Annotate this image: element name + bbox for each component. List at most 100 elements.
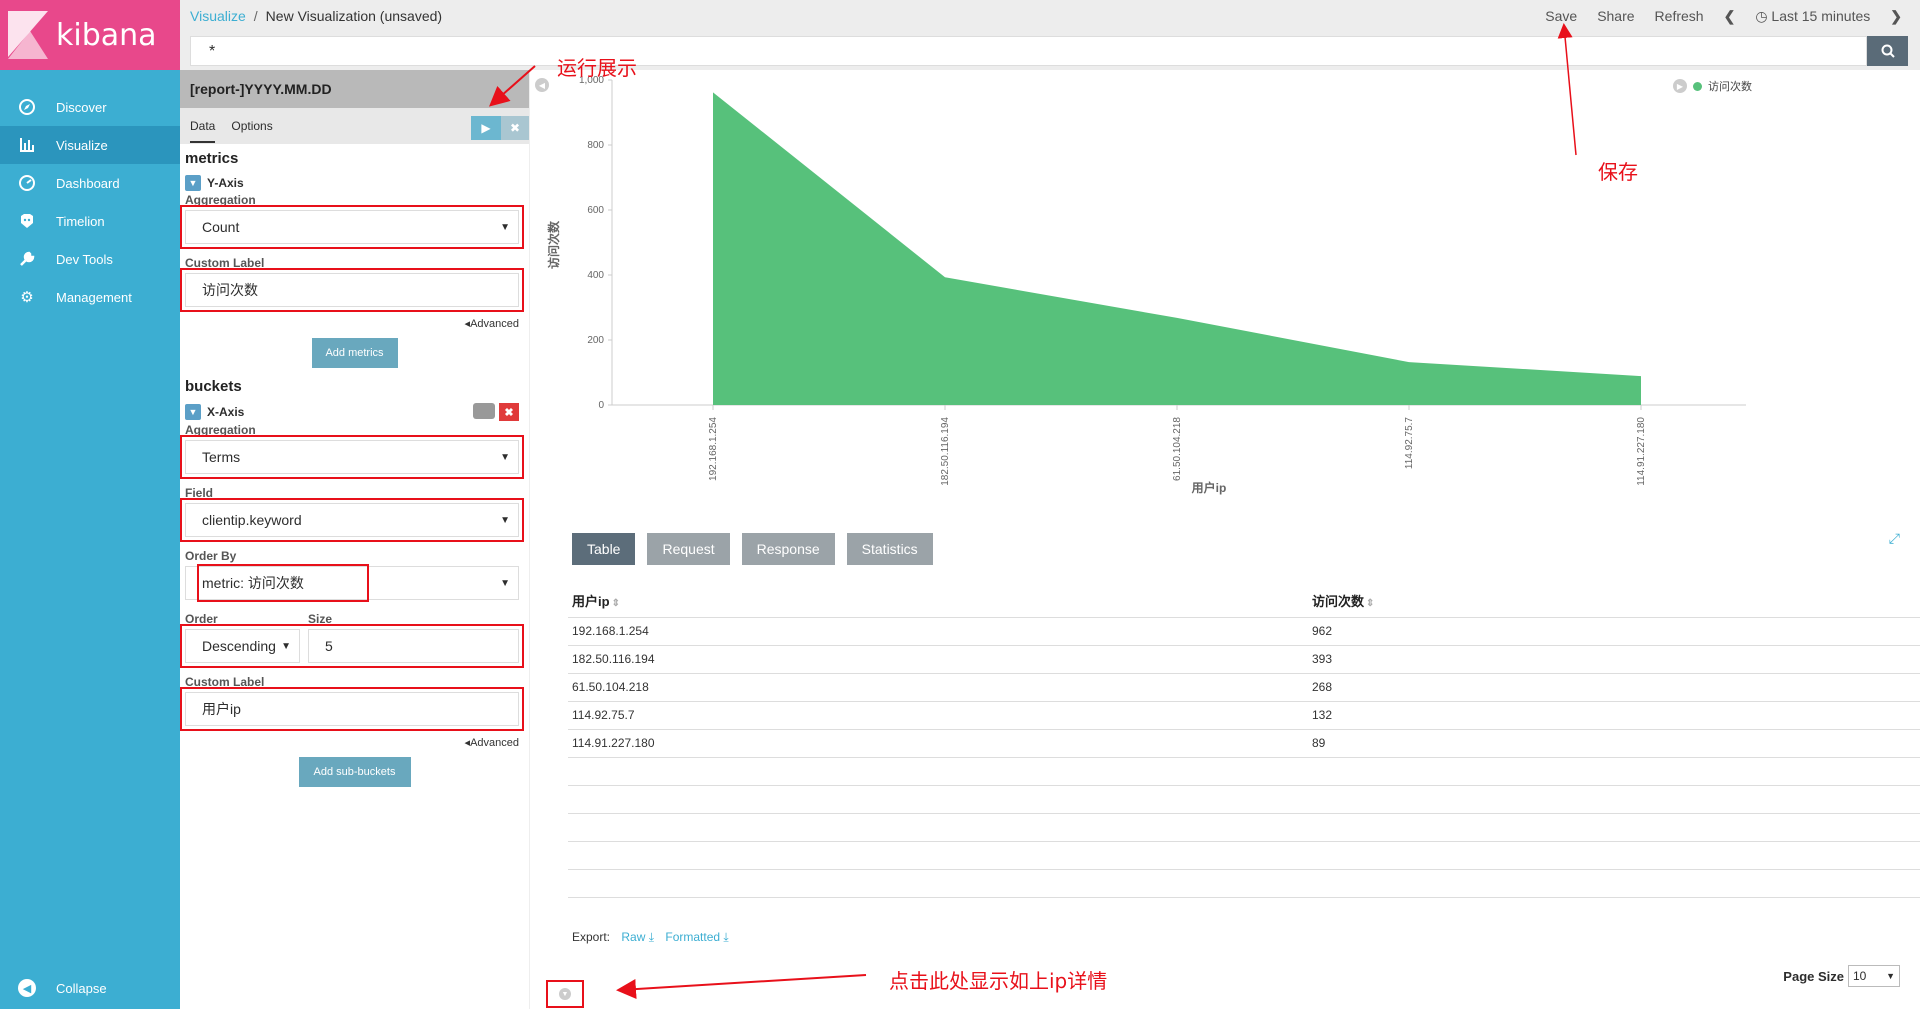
tab-response[interactable]: Response [741, 533, 835, 565]
cell: 268 [1308, 672, 1920, 701]
column-header[interactable]: 用户ip ⇕ [568, 585, 1308, 617]
x-axis-header[interactable]: ▼ X-Axis ✖ [185, 403, 529, 421]
sort-icon[interactable]: ⇕ [1366, 598, 1374, 609]
nav-item-dev-tools[interactable]: Dev Tools [0, 240, 180, 278]
dashboard-icon [18, 174, 36, 192]
size-input[interactable]: 5 [308, 629, 519, 663]
caret-down-icon: ▼ [500, 514, 510, 526]
y-tick-label: 400 [587, 270, 604, 281]
collapse-label: Collapse [56, 980, 107, 996]
field-select[interactable]: clientip.keyword ▼ [180, 498, 524, 542]
sort-icon[interactable]: ⇕ [612, 598, 620, 609]
metric-aggregation-value: Count [202, 219, 240, 235]
order-select[interactable]: Descending ▼ [185, 629, 300, 663]
legend-swatch[interactable] [1693, 81, 1702, 91]
page-size-select[interactable]: 10 ▼ [1848, 965, 1900, 987]
tab-statistics[interactable]: Statistics [846, 533, 933, 565]
spy-toggle-button[interactable]: ▼ [546, 980, 584, 1008]
bucket-aggregation-select[interactable]: Terms ▼ [180, 435, 524, 479]
nav-item-label: Dashboard [56, 175, 120, 191]
page-size-control: Page Size 10 ▼ [1783, 965, 1900, 987]
table-row: 182.50.116.194 393 [568, 644, 1920, 673]
table-row: 114.92.75.7 132 [568, 700, 1920, 729]
download-icon: ⤓ [723, 930, 729, 944]
aggregation-label: Aggregation [185, 423, 256, 437]
left-nav: kibana Discover Visualize Dashboard Time… [0, 0, 180, 1009]
expand-icon[interactable]: ⤢ [1889, 530, 1900, 547]
nav-item-label: Timelion [56, 213, 105, 229]
nav-item-dashboard[interactable]: Dashboard [0, 164, 180, 202]
export-bar: Export: Raw ⤓ Formatted ⤓ [572, 930, 729, 945]
order-by-select[interactable]: metric: 访问次数 ▼ [185, 564, 519, 602]
kibana-logo[interactable]: kibana [0, 0, 180, 70]
bucket-advanced-toggle[interactable]: ◂Advanced [180, 736, 519, 749]
apply-changes-button[interactable]: ▶ [471, 116, 501, 140]
y-axis-header[interactable]: ▼ Y-Axis [185, 175, 529, 191]
share-button[interactable]: Share [1597, 8, 1634, 24]
legend-toggle-button[interactable]: ▶ [1673, 79, 1687, 93]
table-row-empty [568, 784, 1920, 813]
cell: 114.91.227.180 [568, 728, 1308, 757]
time-next-button[interactable]: ❯ [1890, 8, 1902, 25]
bar-chart-icon [18, 136, 36, 154]
remove-bucket-button[interactable]: ✖ [499, 403, 519, 421]
chevron-down-icon[interactable]: ▼ [185, 404, 201, 420]
x-tick-label: 114.91.227.180 [1636, 417, 1647, 486]
refresh-button[interactable]: Refresh [1655, 8, 1704, 24]
caret-down-icon: ▼ [1886, 971, 1895, 981]
breadcrumb: Visualize / New Visualization (unsaved) [190, 8, 442, 24]
nav-item-discover[interactable]: Discover [0, 88, 180, 126]
tab-request[interactable]: Request [647, 533, 730, 565]
export-formatted-link[interactable]: Formatted ⤓ [665, 930, 728, 944]
annotation-save: 保存 [1598, 160, 1638, 184]
x-axis-label: X-Axis [207, 405, 245, 419]
compass-icon [18, 98, 36, 116]
bucket-aggregation-value: Terms [202, 449, 241, 465]
index-pattern-title: [report-]YYYY.MM.DD [180, 70, 529, 108]
metrics-title: metrics [185, 150, 239, 167]
search-input[interactable]: * [190, 36, 1867, 66]
toggle-bucket-switch[interactable] [473, 403, 495, 419]
data-table: 用户ip ⇕ 访问次数 ⇕ 192.168.1.254 962 182.50.116.… [568, 585, 1920, 898]
metric-advanced-toggle[interactable]: ◂Advanced [180, 317, 519, 330]
caret-down-icon: ▼ [500, 221, 510, 233]
table-row-empty [568, 840, 1920, 869]
column-header-label: 访问次数 [1312, 594, 1365, 610]
add-metrics-button[interactable]: Add metrics [311, 338, 398, 368]
chevron-down-icon[interactable]: ▼ [185, 175, 201, 191]
column-header[interactable]: 访问次数 ⇕ [1308, 585, 1920, 617]
nav-item-timelion[interactable]: Timelion [0, 202, 180, 240]
time-picker[interactable]: ◷ Last 15 minutes [1755, 8, 1870, 25]
export-raw-link[interactable]: Raw ⤓ [621, 930, 654, 944]
custom-label-label: Custom Label [185, 256, 265, 270]
clock-icon: ◷ [1755, 7, 1768, 24]
tab-table[interactable]: Table [572, 533, 636, 565]
breadcrumb-current: New Visualization (unsaved) [265, 8, 443, 24]
time-prev-button[interactable]: ❮ [1724, 8, 1736, 25]
nav-item-visualize[interactable]: Visualize [0, 126, 180, 164]
table-row: 192.168.1.254 962 [568, 616, 1920, 645]
save-button[interactable]: Save [1545, 8, 1577, 24]
metric-custom-label-input[interactable]: 访问次数 [180, 268, 524, 312]
chevron-left-icon: ◀ [18, 979, 36, 997]
play-icon: ▶ [481, 121, 491, 135]
nav-item-label: Discover [56, 99, 107, 115]
add-sub-buckets-button[interactable]: Add sub-buckets [298, 757, 411, 787]
close-icon: ✖ [509, 121, 521, 135]
legend-series-label[interactable]: 访问次数 [1708, 78, 1752, 94]
download-icon: ⤓ [648, 930, 655, 944]
search-button[interactable] [1867, 36, 1908, 66]
annotation-run: 运行展示 [557, 56, 637, 80]
breadcrumb-visualize-link[interactable]: Visualize [190, 8, 246, 24]
tab-data[interactable]: Data [190, 110, 216, 143]
nav-item-management[interactable]: ⚙ Management [0, 278, 180, 316]
tab-options[interactable]: Options [231, 119, 272, 133]
breadcrumb-separator: / [253, 8, 258, 24]
collapse-button[interactable]: ◀ Collapse [18, 979, 107, 997]
discard-changes-button[interactable]: ✖ [501, 116, 529, 140]
column-header-label: 用户ip [572, 594, 610, 610]
bucket-custom-label-input[interactable]: 用户ip [180, 687, 524, 731]
search-icon [1881, 44, 1895, 58]
metric-aggregation-select[interactable]: Count ▼ [180, 205, 524, 249]
size-label: Size [308, 612, 333, 626]
